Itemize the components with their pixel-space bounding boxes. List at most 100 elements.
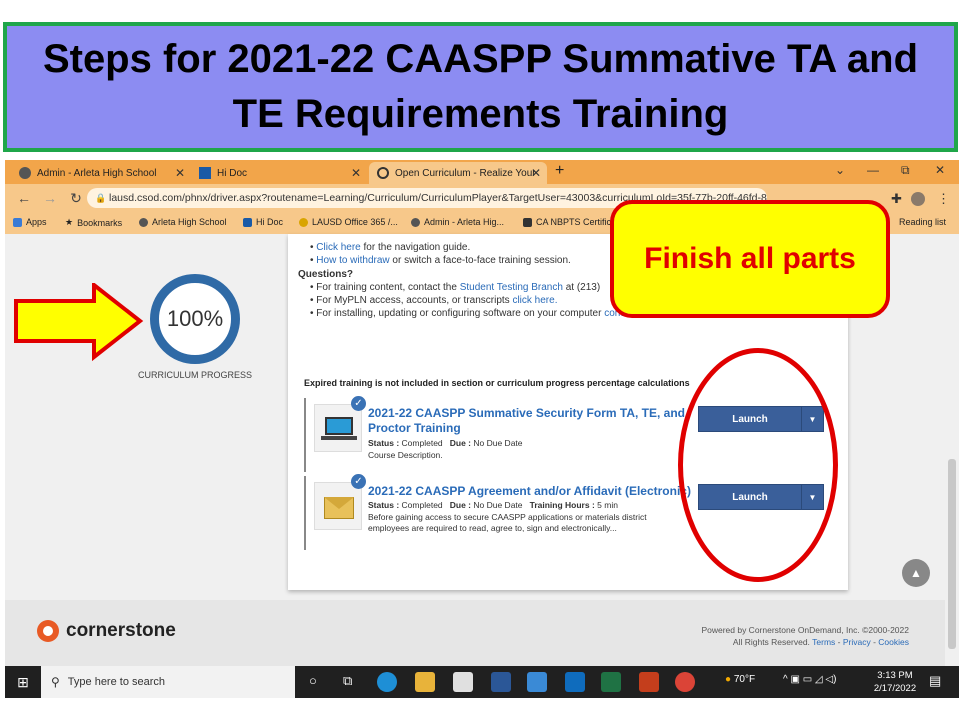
- back-icon[interactable]: ←: [17, 190, 31, 206]
- bookmark-label: Apps: [26, 217, 47, 227]
- powered-text: Powered by Cornerstone OnDemand, Inc. ©2…: [701, 625, 909, 635]
- q3-text: For installing, updating or configuring …: [316, 308, 605, 319]
- avatar[interactable]: [911, 192, 925, 206]
- tray-icons[interactable]: ^ ▣ ▭ ◿ ◁): [783, 674, 836, 685]
- withdraw-text: or switch a face-to-face training sessio…: [389, 255, 571, 266]
- search-placeholder: Type here to search: [67, 676, 166, 688]
- tab-label: Open Curriculum - Realize Your P: [395, 167, 535, 179]
- reload-icon[interactable]: ↻: [69, 190, 83, 207]
- new-tab-button[interactable]: +: [555, 162, 564, 180]
- edge-icon[interactable]: [377, 672, 397, 692]
- completed-check-icon: ✓: [351, 396, 366, 411]
- nav-guide-link[interactable]: Click here: [316, 242, 360, 253]
- office-icon: [299, 217, 308, 227]
- terms-link[interactable]: Terms: [812, 637, 835, 647]
- bookmark-label: Arleta High School: [152, 217, 227, 227]
- extensions-icon[interactable]: ✚: [891, 191, 902, 207]
- bookmark-admin[interactable]: Admin - Arleta Hig...: [411, 217, 504, 227]
- student-testing-link[interactable]: Student Testing Branch: [460, 282, 563, 293]
- powerpoint-icon[interactable]: [639, 672, 659, 692]
- restore-button[interactable]: ⧉: [901, 163, 910, 178]
- legal-links: All Rights Reserved. Terms - Privacy - C…: [732, 637, 909, 647]
- course-meta: Status : Completed Due : No Due Date: [368, 438, 523, 448]
- tab-open-curriculum[interactable]: Open Curriculum - Realize Your P ✕: [369, 162, 547, 184]
- bookmark-nbpts[interactable]: CA NBPTS Certific: [523, 217, 611, 227]
- progress-value: 100%: [166, 306, 224, 331]
- word-icon[interactable]: [491, 672, 511, 692]
- star-icon: ★: [65, 217, 74, 227]
- windows-start-icon[interactable]: ⊞: [5, 666, 41, 698]
- bookmark-label: CA NBPTS Certific: [536, 217, 612, 227]
- q1-text: For training content, contact the: [316, 282, 460, 293]
- status-label: Status :: [368, 500, 400, 510]
- globe-icon: [377, 167, 389, 179]
- scrollbar-thumb[interactable]: [948, 459, 956, 649]
- menu-icon[interactable]: ⋮: [937, 191, 950, 207]
- status-label: Status :: [368, 438, 400, 448]
- store-icon[interactable]: [453, 672, 473, 692]
- callout-text: Finish all parts: [644, 242, 856, 275]
- tab-strip: Admin - Arleta High School ✕ Hi Doc ✕ Op…: [5, 160, 959, 184]
- scrollbar[interactable]: [945, 234, 959, 666]
- close-window-button[interactable]: ✕: [935, 163, 945, 177]
- close-tab-icon[interactable]: ✕: [175, 166, 185, 180]
- calendar-icon: [199, 167, 211, 179]
- notifications-icon[interactable]: ▤: [929, 673, 941, 689]
- forward-icon[interactable]: →: [43, 190, 57, 206]
- close-tab-icon[interactable]: ✕: [351, 166, 361, 180]
- arrow-shape: [14, 283, 144, 362]
- tab-admin-arleta[interactable]: Admin - Arleta High School ✕: [11, 162, 191, 184]
- taskbar-search[interactable]: ⚲ Type here to search: [41, 666, 295, 698]
- tab-search-icon[interactable]: ⌄: [835, 163, 845, 177]
- bookmark-apps[interactable]: Apps: [13, 217, 47, 227]
- yellow-arrow-annotation: [14, 283, 144, 362]
- windows-taskbar: ⊞ ⚲ Type here to search ○ ⧉ ● 70°F ^ ▣ ▭…: [5, 666, 959, 698]
- status-value: Completed: [401, 438, 443, 448]
- bookmark-bookmarks[interactable]: ★ Bookmarks: [65, 217, 122, 228]
- brand-name: cornerstone: [66, 620, 176, 641]
- q1-tail: at (213): [562, 282, 601, 293]
- nbpts-icon: [523, 217, 532, 227]
- status-value: Completed: [401, 500, 443, 510]
- hours-label: Training Hours :: [529, 500, 595, 510]
- bookmark-label: Reading list: [899, 217, 947, 227]
- taskbar-clock[interactable]: 3:13 PM 2/17/2022: [867, 669, 923, 695]
- tab-label: Hi Doc: [217, 167, 248, 179]
- withdraw-link[interactable]: How to withdraw: [316, 255, 389, 266]
- task-view-icon[interactable]: ⧉: [343, 673, 352, 689]
- eagle-icon: [139, 217, 148, 227]
- bookmark-lausd[interactable]: LAUSD Office 365 /...: [299, 217, 398, 227]
- weather-widget[interactable]: ● 70°F: [725, 674, 755, 685]
- chrome-icon[interactable]: [675, 672, 695, 692]
- cornerstone-logo: cornerstone: [37, 620, 176, 642]
- mail-icon[interactable]: [527, 672, 547, 692]
- outlook-icon[interactable]: [565, 672, 585, 692]
- bookmark-reading-list[interactable]: Reading list: [899, 217, 946, 227]
- sun-icon: ●: [725, 674, 732, 685]
- privacy-link[interactable]: Privacy: [843, 637, 871, 647]
- minimize-button[interactable]: —: [867, 163, 879, 177]
- course-title-link[interactable]: 2021-22 CAASPP Agreement and/or Affidavi…: [368, 484, 708, 499]
- laptop-icon: [314, 404, 362, 452]
- bookmark-arleta[interactable]: Arleta High School: [139, 217, 227, 227]
- course-title-link[interactable]: 2021-22 CAASPP Summative Security Form T…: [368, 406, 698, 436]
- bookmark-label: LAUSD Office 365 /...: [312, 217, 398, 227]
- tab-hi-doc[interactable]: Hi Doc ✕: [191, 162, 367, 184]
- envelope-icon: [314, 482, 362, 530]
- cortana-icon[interactable]: ○: [309, 673, 317, 688]
- bookmark-hi-doc[interactable]: Hi Doc: [243, 217, 283, 227]
- bookmark-label: Hi Doc: [256, 217, 284, 227]
- mypln-link[interactable]: click here.: [512, 295, 557, 306]
- bookmark-label: Bookmarks: [77, 217, 123, 228]
- launch-buttons-highlight-ellipse: [678, 348, 838, 582]
- excel-icon[interactable]: [601, 672, 621, 692]
- progress-ring: 100%: [150, 274, 240, 364]
- cookies-link[interactable]: Cookies: [878, 637, 909, 647]
- file-explorer-icon[interactable]: [415, 672, 435, 692]
- clock-date: 2/17/2022: [873, 683, 917, 694]
- scroll-to-top-button[interactable]: ▲: [902, 559, 930, 587]
- eagle-icon: [411, 217, 420, 227]
- completed-check-icon: ✓: [351, 474, 366, 489]
- close-tab-icon[interactable]: ✕: [531, 166, 541, 180]
- progress-label: CURRICULUM PROGRESS: [137, 370, 252, 380]
